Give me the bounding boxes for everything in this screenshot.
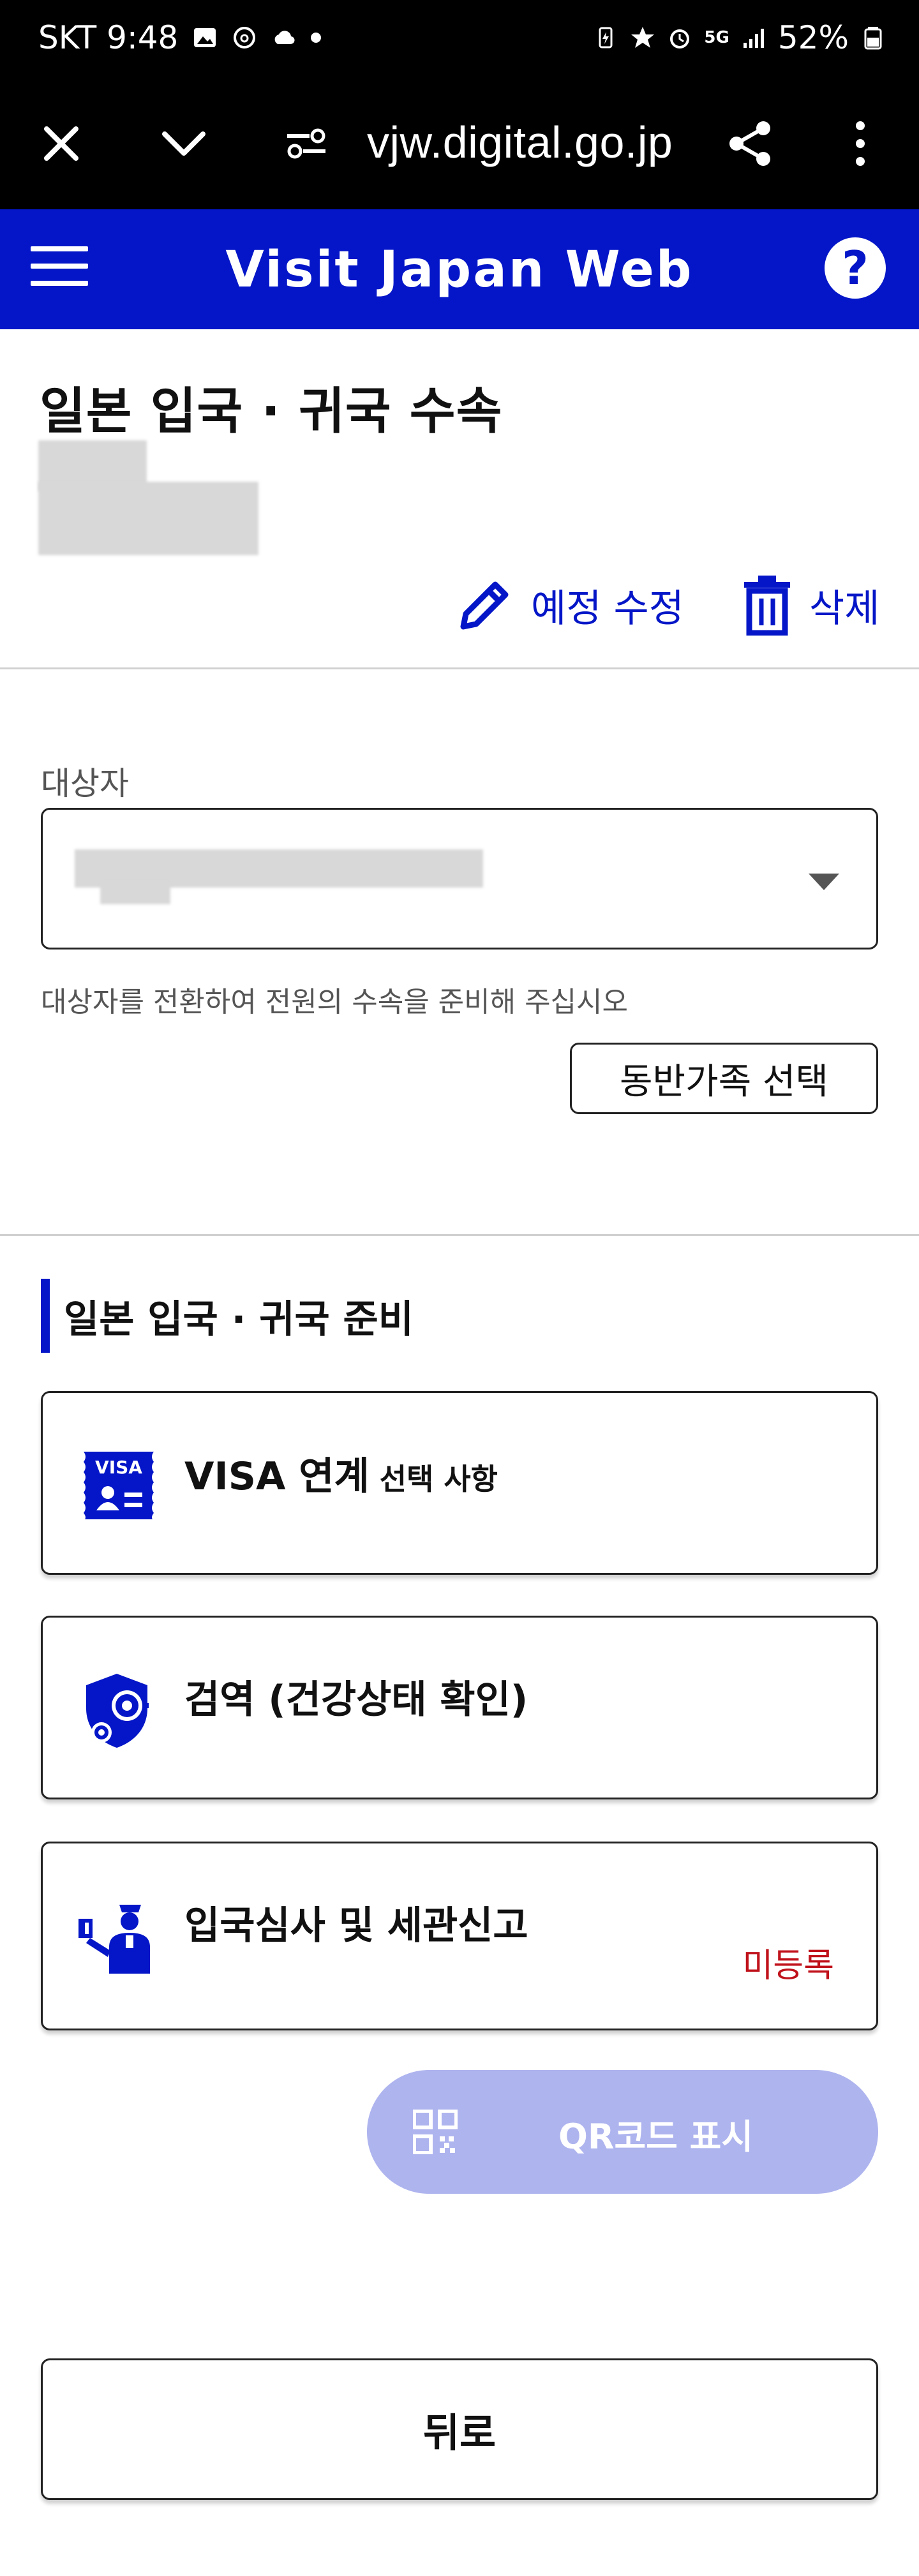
optional-tag: 선택 사항 bbox=[379, 1462, 498, 1496]
svg-text:VISA: VISA bbox=[95, 1457, 142, 1478]
visa-icon: VISA bbox=[84, 1452, 154, 1521]
immigration-officer-icon bbox=[78, 1905, 150, 1974]
delete-label: 삭제 bbox=[809, 586, 880, 631]
target-hint: 대상자를 전환하여 전원의 수속을 준비해 주십시오 bbox=[41, 986, 629, 1018]
target-select[interactable] bbox=[41, 808, 878, 949]
more-vert-icon bbox=[856, 121, 865, 166]
app-header: Visit Japan Web ? bbox=[0, 209, 919, 329]
share-icon bbox=[729, 121, 770, 166]
status-badge: 미등록 bbox=[742, 1947, 834, 1985]
url-text[interactable]: vjw.digital.go.jp bbox=[367, 117, 673, 168]
share-button[interactable] bbox=[719, 112, 782, 175]
show-qr-code-button[interactable]: QR코드 표시 bbox=[367, 2070, 878, 2194]
carrier-time: SKT 9:48 bbox=[38, 19, 179, 56]
trash-icon bbox=[744, 576, 790, 636]
redacted-person bbox=[100, 881, 170, 904]
cloud-icon bbox=[274, 31, 295, 45]
delete-button[interactable]: 삭제 bbox=[740, 574, 879, 636]
app-title: Visit Japan Web bbox=[225, 241, 694, 299]
redacted-name bbox=[38, 482, 258, 555]
more-options-button[interactable] bbox=[828, 112, 892, 175]
status-bar: SKT 9:48 5G 52% bbox=[0, 0, 919, 80]
select-family-button[interactable]: 동반가족 선택 bbox=[570, 1043, 878, 1114]
qr-button-label: QR코드 표시 bbox=[558, 2117, 754, 2157]
battery-percent: 52% bbox=[777, 19, 849, 56]
network-type: 5G bbox=[704, 28, 729, 47]
quarantine-card[interactable]: 검역 (건강상태 확인) bbox=[41, 1616, 878, 1799]
battery-saver-icon bbox=[599, 27, 613, 48]
signal-icon bbox=[743, 29, 764, 48]
close-icon bbox=[44, 126, 78, 161]
immigration-customs-card[interactable]: 입국심사 및 세관신고 미등록 bbox=[41, 1842, 878, 2030]
qr-code-icon bbox=[413, 2110, 458, 2154]
dropdown-caret-icon bbox=[809, 874, 839, 890]
close-tab-button[interactable] bbox=[29, 112, 93, 175]
target-label: 대상자 bbox=[41, 765, 129, 802]
gallery-icon bbox=[194, 28, 216, 47]
back-button[interactable]: 뒤로 bbox=[41, 2358, 878, 2500]
visa-card-title: VISA 연계 선택 사항 bbox=[184, 1445, 498, 1501]
notification-dot bbox=[311, 33, 322, 43]
pencil-icon bbox=[460, 581, 509, 630]
divider bbox=[0, 1234, 919, 1236]
page-info-icon bbox=[287, 128, 325, 159]
chevron-down-icon bbox=[162, 131, 205, 156]
section-heading: 일본 입국 · 귀국 준비 bbox=[41, 1279, 414, 1353]
quarantine-shield-icon bbox=[86, 1674, 149, 1748]
alarm-icon bbox=[670, 29, 690, 48]
visa-card-title-text: VISA 연계 bbox=[184, 1454, 370, 1499]
help-icon[interactable]: ? bbox=[825, 237, 886, 299]
page-info-button[interactable] bbox=[274, 112, 338, 175]
threads-icon bbox=[234, 27, 256, 48]
minimize-button[interactable] bbox=[152, 112, 216, 175]
visa-link-card[interactable]: VISA VISA 연계 선택 사항 bbox=[41, 1391, 878, 1575]
divider bbox=[0, 667, 919, 669]
edit-plan-label: 예정 수정 bbox=[531, 586, 684, 631]
quarantine-card-title: 검역 (건강상태 확인) bbox=[184, 1678, 528, 1722]
battery-icon bbox=[864, 27, 882, 50]
page-title: 일본 입국 · 귀국 수속 bbox=[40, 383, 503, 440]
edit-plan-button[interactable]: 예정 수정 bbox=[454, 574, 684, 636]
immigration-card-title: 입국심사 및 세관신고 bbox=[184, 1903, 528, 1948]
star-icon bbox=[631, 27, 655, 48]
browser-toolbar: vjw.digital.go.jp bbox=[0, 80, 919, 209]
